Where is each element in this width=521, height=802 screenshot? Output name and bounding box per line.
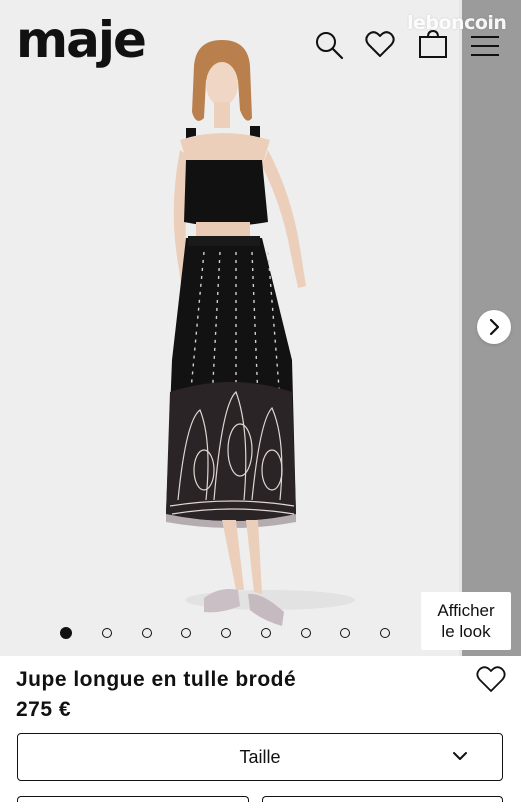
brand-logo[interactable]: maje — [16, 10, 147, 70]
bag-icon[interactable] — [418, 29, 448, 64]
pagination-dot[interactable] — [181, 628, 192, 638]
chevron-down-icon — [453, 752, 467, 760]
menu-icon[interactable] — [470, 34, 500, 63]
size-select-label: Taille — [239, 746, 281, 767]
add-to-cart-button[interactable] — [17, 796, 249, 802]
heart-icon[interactable] — [365, 30, 395, 63]
pagination-dot[interactable] — [300, 628, 311, 638]
pagination-dot[interactable] — [101, 628, 112, 638]
secondary-button[interactable] — [262, 796, 503, 802]
pagination-dot[interactable] — [141, 628, 152, 638]
next-image-button[interactable] — [477, 310, 511, 344]
heart-icon — [476, 666, 506, 692]
show-look-label-2: le look — [441, 622, 491, 641]
pagination-dot[interactable] — [340, 628, 351, 638]
chevron-right-icon — [489, 318, 500, 336]
size-select[interactable]: Taille — [17, 733, 503, 781]
product-photo — [166, 40, 355, 626]
pagination-dot[interactable] — [221, 628, 231, 638]
show-look-button[interactable]: Afficher le look — [421, 592, 511, 650]
wishlist-button[interactable] — [476, 665, 506, 698]
search-icon[interactable] — [314, 30, 344, 65]
pagination-dot[interactable] — [260, 628, 271, 638]
gallery-pagination — [60, 624, 390, 642]
product-title: Jupe longue en tulle brodé — [16, 668, 297, 691]
product-price: 275 € — [16, 698, 72, 721]
pagination-dot[interactable] — [380, 628, 390, 638]
show-look-label-1: Afficher — [437, 601, 495, 620]
pagination-dot[interactable] — [60, 627, 72, 639]
product-gallery[interactable]: maje leboncoin Afficher le look — [0, 0, 521, 656]
